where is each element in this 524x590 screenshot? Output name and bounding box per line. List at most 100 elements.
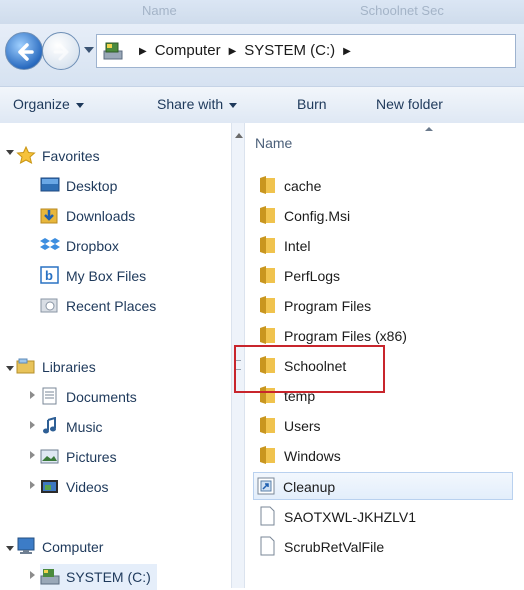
computer-drive-icon bbox=[103, 42, 123, 60]
folder-item[interactable]: cache bbox=[257, 172, 321, 200]
folder-label: cache bbox=[284, 178, 322, 194]
nav-libraries[interactable]: Libraries bbox=[16, 354, 96, 380]
file-label: SAOTXWL-JKHZLV1 bbox=[284, 509, 416, 525]
shortcut-file-icon bbox=[257, 477, 275, 495]
back-button[interactable] bbox=[5, 32, 43, 70]
folder-icon bbox=[260, 416, 275, 435]
folder-label: Program Files bbox=[284, 298, 372, 314]
navigation-pane: Favorites Desktop Downloads Dropbox b My … bbox=[0, 123, 231, 590]
drive-icon bbox=[40, 569, 60, 585]
breadcrumb-system-c[interactable]: SYSTEM (C:) bbox=[244, 42, 335, 59]
share-with-button[interactable]: Share with bbox=[157, 87, 238, 123]
nav-dropbox[interactable]: Dropbox bbox=[40, 233, 119, 259]
nav-music[interactable]: Music bbox=[40, 414, 103, 440]
folder-label: Users bbox=[284, 418, 321, 434]
expand-videos-icon[interactable] bbox=[30, 481, 35, 489]
nav-pictures[interactable]: Pictures bbox=[40, 444, 117, 470]
file-item[interactable]: ScrubRetValFile bbox=[257, 533, 384, 561]
nav-music-label: Music bbox=[66, 419, 103, 435]
expand-system-c-icon[interactable] bbox=[30, 571, 35, 579]
folder-icon bbox=[260, 326, 275, 345]
expand-pictures-icon[interactable] bbox=[30, 451, 35, 459]
nav-computer-label: Computer bbox=[42, 539, 104, 555]
sort-ascending-icon bbox=[425, 127, 433, 131]
music-icon bbox=[43, 417, 56, 434]
nav-downloads[interactable]: Downloads bbox=[40, 203, 135, 229]
recent-pages-dropdown[interactable] bbox=[84, 47, 94, 53]
folder-item[interactable]: Config.Msi bbox=[257, 202, 350, 230]
back-arrow-icon bbox=[18, 43, 34, 61]
star-icon bbox=[16, 146, 36, 165]
nav-videos[interactable]: Videos bbox=[40, 474, 109, 500]
scroll-up-arrow-icon[interactable] bbox=[235, 133, 243, 138]
nav-videos-label: Videos bbox=[66, 479, 109, 495]
file-item[interactable]: SAOTXWL-JKHZLV1 bbox=[257, 503, 416, 531]
file-label: Cleanup bbox=[283, 479, 336, 495]
title-bar: Name Schoolnet Sec bbox=[0, 0, 524, 24]
folder-icon bbox=[260, 236, 275, 255]
nav-favorites[interactable]: Favorites bbox=[16, 143, 100, 169]
forward-button[interactable] bbox=[42, 32, 80, 70]
folder-label: PerfLogs bbox=[284, 268, 341, 284]
address-bar[interactable]: ▶ Computer ▶ SYSTEM (C:) ▶ bbox=[96, 34, 516, 68]
column-header-name[interactable]: Name bbox=[255, 135, 292, 151]
breadcrumb-computer[interactable]: Computer bbox=[155, 42, 221, 59]
folder-label: Program Files (x86) bbox=[284, 328, 407, 344]
folder-label: Config.Msi bbox=[284, 208, 351, 224]
folder-icon bbox=[260, 296, 275, 315]
new-folder-button[interactable]: New folder bbox=[376, 87, 443, 123]
folder-label: Intel bbox=[284, 238, 311, 254]
folder-icon bbox=[260, 206, 275, 225]
nav-recent-places-label: Recent Places bbox=[66, 298, 157, 314]
organize-button[interactable]: Organize bbox=[13, 87, 84, 123]
expand-documents-icon[interactable] bbox=[30, 391, 35, 399]
burn-button[interactable]: Burn bbox=[297, 87, 327, 123]
computer-icon bbox=[17, 537, 35, 555]
highlight-annotation-box bbox=[234, 345, 385, 393]
expand-music-icon[interactable] bbox=[30, 421, 35, 429]
folder-item[interactable]: Users bbox=[257, 412, 321, 440]
folder-icon bbox=[260, 176, 275, 195]
forward-arrow-icon bbox=[53, 43, 69, 61]
nav-system-c-label: SYSTEM (C:) bbox=[66, 569, 151, 585]
expand-favorites-icon[interactable] bbox=[6, 150, 14, 155]
file-icon bbox=[260, 506, 275, 526]
nav-favorites-label: Favorites bbox=[42, 148, 100, 164]
command-toolbar: Organize Share with Burn New folder bbox=[0, 86, 524, 124]
folder-item[interactable]: Program Files bbox=[257, 292, 371, 320]
organize-label: Organize bbox=[13, 96, 70, 112]
chevron-down-icon bbox=[75, 102, 84, 108]
videos-icon bbox=[41, 480, 58, 494]
nav-computer[interactable]: Computer bbox=[16, 534, 103, 560]
chevron-right-icon[interactable]: ▶ bbox=[221, 46, 245, 57]
expand-libraries-icon[interactable] bbox=[6, 366, 14, 371]
nav-documents-label: Documents bbox=[66, 389, 137, 405]
breadcrumb: ▶ Computer ▶ SYSTEM (C:) ▶ bbox=[131, 35, 359, 67]
nav-system-c[interactable]: SYSTEM (C:) bbox=[40, 564, 157, 590]
nav-libraries-label: Libraries bbox=[42, 359, 96, 375]
folder-item[interactable]: Windows bbox=[257, 442, 341, 470]
folder-item[interactable]: PerfLogs bbox=[257, 262, 340, 290]
folder-label: Windows bbox=[284, 448, 341, 464]
chevron-right-icon[interactable]: ▶ bbox=[131, 46, 155, 57]
nav-desktop[interactable]: Desktop bbox=[40, 173, 117, 199]
share-with-label: Share with bbox=[157, 96, 224, 112]
folder-item[interactable]: Intel bbox=[257, 232, 310, 260]
file-item-cleanup[interactable]: Cleanup bbox=[253, 472, 513, 500]
documents-icon bbox=[42, 387, 57, 405]
ghost-column-name: Name bbox=[142, 3, 177, 18]
folder-icon bbox=[260, 446, 275, 465]
svg-text:b: b bbox=[45, 268, 53, 283]
downloads-icon bbox=[40, 208, 58, 224]
navigation-bar: ▶ Computer ▶ SYSTEM (C:) ▶ bbox=[0, 24, 524, 86]
nav-recent-places[interactable]: Recent Places bbox=[40, 293, 156, 319]
file-label: ScrubRetValFile bbox=[284, 539, 385, 555]
chevron-right-icon[interactable]: ▶ bbox=[335, 46, 359, 57]
nav-my-box-files[interactable]: b My Box Files bbox=[40, 263, 146, 289]
folder-icon bbox=[260, 266, 275, 285]
nav-desktop-label: Desktop bbox=[66, 178, 118, 194]
nav-pictures-label: Pictures bbox=[66, 449, 117, 465]
box-icon: b bbox=[40, 266, 59, 285]
expand-computer-icon[interactable] bbox=[6, 546, 14, 551]
nav-documents[interactable]: Documents bbox=[40, 384, 137, 410]
